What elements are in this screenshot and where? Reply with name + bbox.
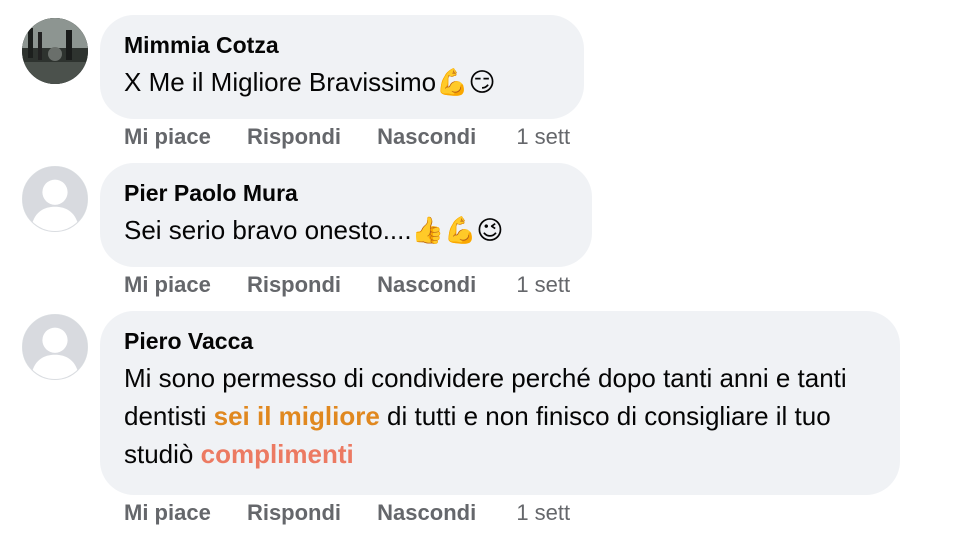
highlighted-phrase: complimenti [200,439,354,469]
comment-text-segment: Sei serio bravo onesto.... [124,215,412,245]
comment-author[interactable]: Piero Vacca [124,327,876,355]
comment-bubble: Mimmia Cotza X Me il Migliore Bravissimo… [100,15,584,119]
default-profile-icon [23,315,87,379]
emoji-thumbs-biceps-wink: 👍💪😉 [411,216,504,246]
comment-actions: Mi piace Rispondi Nascondi 1 sett [124,271,570,299]
like-button[interactable]: Mi piace [124,123,211,151]
avatar-photo-icon [22,18,88,84]
hide-button[interactable]: Nascondi [377,123,476,151]
comment-actions: Mi piace Rispondi Nascondi 1 sett [124,499,570,527]
comment-author[interactable]: Mimmia Cotza [124,31,560,59]
user-avatar-photo[interactable] [22,18,88,84]
highlighted-phrase: sei il migliore [213,401,380,431]
comment-timestamp[interactable]: 1 sett [516,123,570,151]
emoji-flexed-biceps-smirk: 💪😏 [436,68,496,98]
user-avatar-default[interactable] [22,314,88,380]
reply-button[interactable]: Rispondi [247,499,341,527]
comment-bubble: Pier Paolo Mura Sei serio bravo onesto..… [100,163,592,267]
like-button[interactable]: Mi piace [124,271,211,299]
comment-timestamp[interactable]: 1 sett [516,271,570,299]
default-profile-icon [23,167,87,231]
like-button[interactable]: Mi piace [124,499,211,527]
comment-text: X Me il Migliore Bravissimo💪😏 [124,63,560,102]
comment-actions: Mi piace Rispondi Nascondi 1 sett [124,123,570,151]
comment-text: Mi sono permesso di condividere perché d… [124,359,876,473]
comment-bubble: Piero Vacca Mi sono permesso di condivid… [100,311,900,495]
reply-button[interactable]: Rispondi [247,271,341,299]
comment-text-segment: X Me il Migliore Bravissimo [124,67,437,97]
hide-button[interactable]: Nascondi [377,271,476,299]
hide-button[interactable]: Nascondi [377,499,476,527]
comment-timestamp[interactable]: 1 sett [516,499,570,527]
reply-button[interactable]: Rispondi [247,123,341,151]
comment-author[interactable]: Pier Paolo Mura [124,179,568,207]
user-avatar-default[interactable] [22,166,88,232]
comment-text: Sei serio bravo onesto....👍💪😉 [124,211,568,250]
